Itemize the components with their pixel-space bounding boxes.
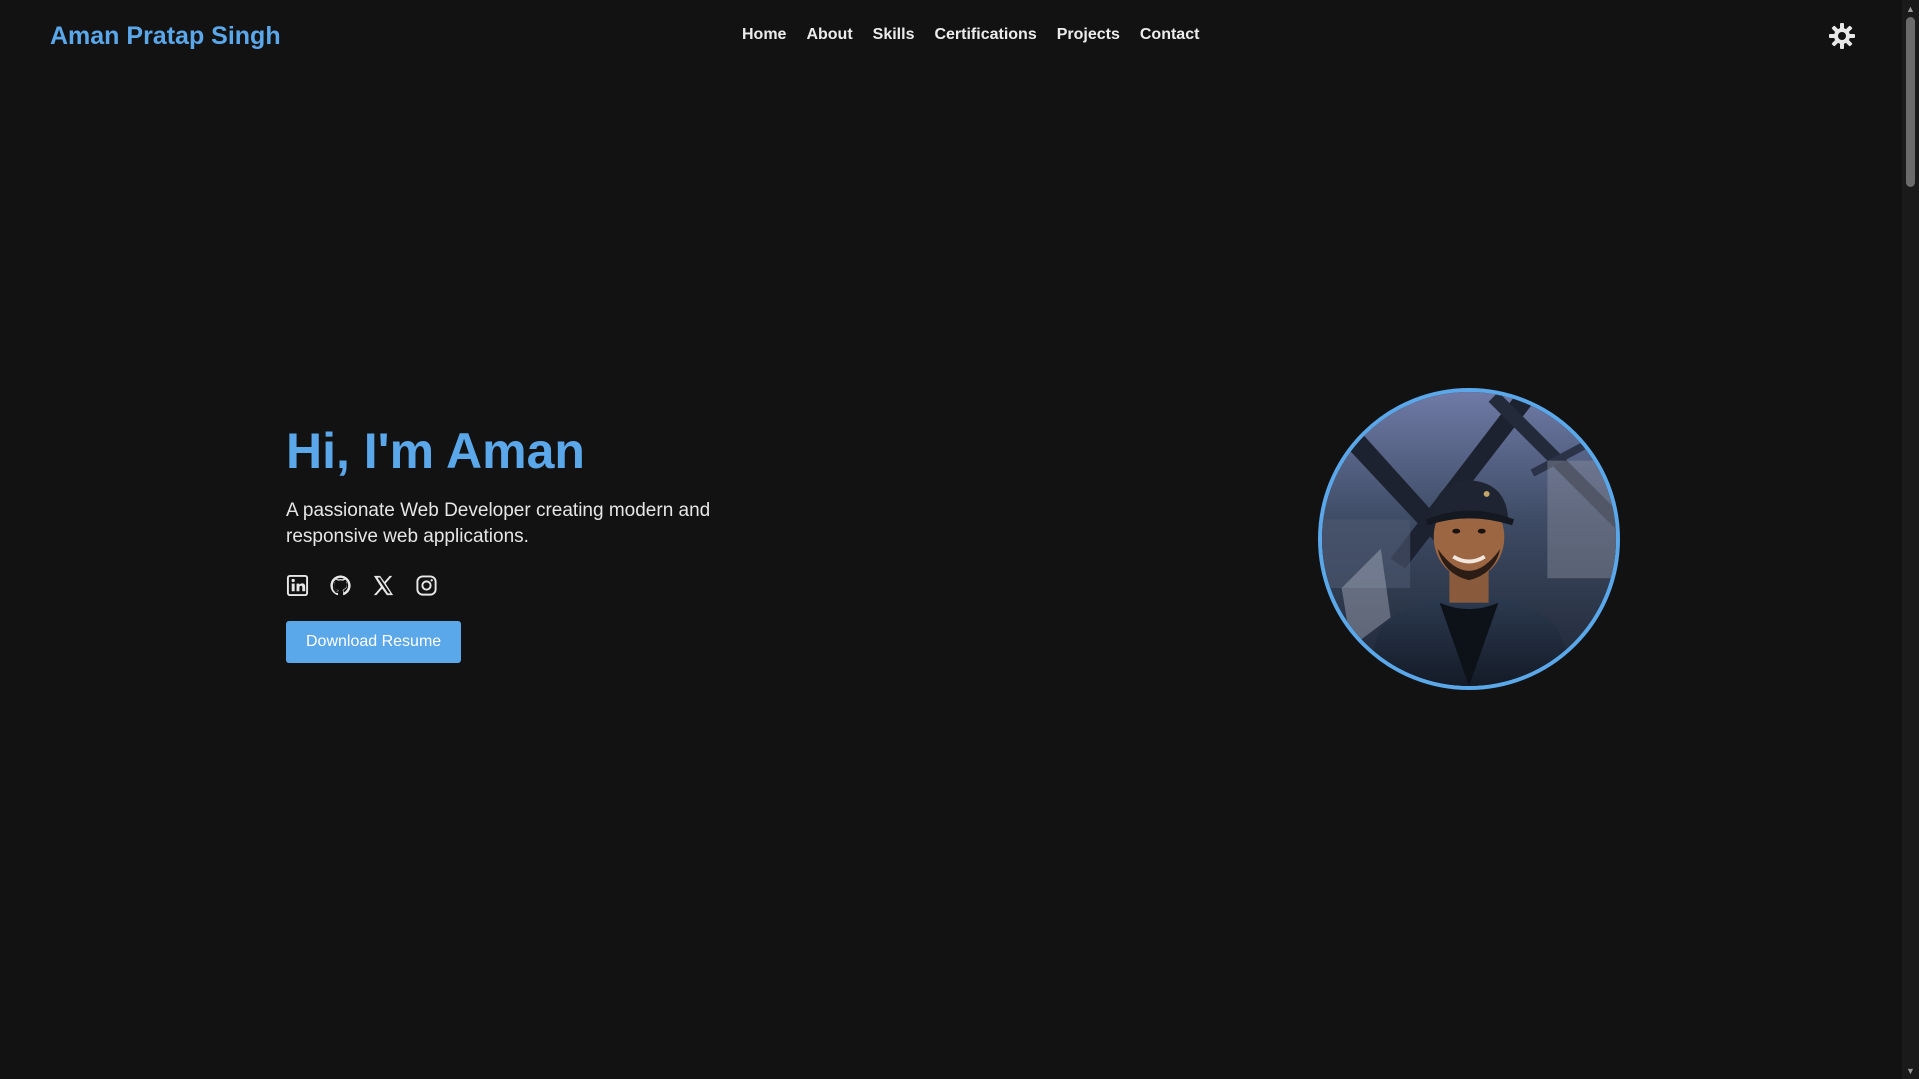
nav-item-contact: Contact	[1140, 26, 1200, 44]
nav-item-certifications: Certifications	[934, 26, 1036, 44]
page: Aman Pratap Singh Home About Skills Cert…	[0, 0, 1919, 1079]
profile-photo-image	[1322, 392, 1616, 686]
theme-toggle-button[interactable]	[1828, 22, 1856, 50]
brand-logo[interactable]: Aman Pratap Singh	[50, 22, 281, 51]
profile-photo	[1318, 388, 1620, 690]
nav-item-home: Home	[742, 26, 786, 44]
site-header: Aman Pratap Singh Home About Skills Cert…	[0, 0, 1902, 74]
nav-link-certifications[interactable]: Certifications	[934, 26, 1036, 43]
hero-subtitle: A passionate Web Developer creating mode…	[286, 500, 711, 547]
instagram-link[interactable]	[415, 574, 438, 597]
nav-list: Home About Skills Certifications Project…	[742, 26, 1199, 44]
nav-item-projects: Projects	[1057, 26, 1120, 44]
vertical-scrollbar[interactable]: ▲ ▼	[1902, 0, 1919, 1079]
github-link[interactable]	[329, 574, 352, 597]
hero-title: Hi, I'm Aman	[286, 423, 585, 479]
nav-item-about: About	[806, 26, 852, 44]
x-twitter-link[interactable]	[372, 574, 395, 597]
sun-gear-icon	[1829, 23, 1855, 49]
hero-section: Hi, I'm Aman A passionate Web Developer …	[286, 420, 766, 663]
linkedin-link[interactable]	[286, 574, 309, 597]
nav-item-skills: Skills	[873, 26, 915, 44]
scroll-down-arrow-icon[interactable]: ▼	[1902, 1062, 1919, 1079]
x-twitter-icon	[373, 575, 394, 595]
social-links	[286, 572, 766, 598]
linkedin-icon	[286, 574, 309, 596]
instagram-icon	[416, 574, 437, 596]
scroll-thumb[interactable]	[1906, 17, 1915, 187]
github-icon	[330, 574, 351, 595]
download-resume-button[interactable]: Download Resume	[286, 621, 462, 663]
nav-link-about[interactable]: About	[806, 26, 852, 43]
nav-link-skills[interactable]: Skills	[873, 26, 915, 43]
nav-link-contact[interactable]: Contact	[1140, 26, 1200, 43]
scroll-up-arrow-icon[interactable]: ▲	[1902, 0, 1919, 17]
nav-link-projects[interactable]: Projects	[1057, 26, 1120, 43]
nav-link-home[interactable]: Home	[742, 26, 786, 43]
